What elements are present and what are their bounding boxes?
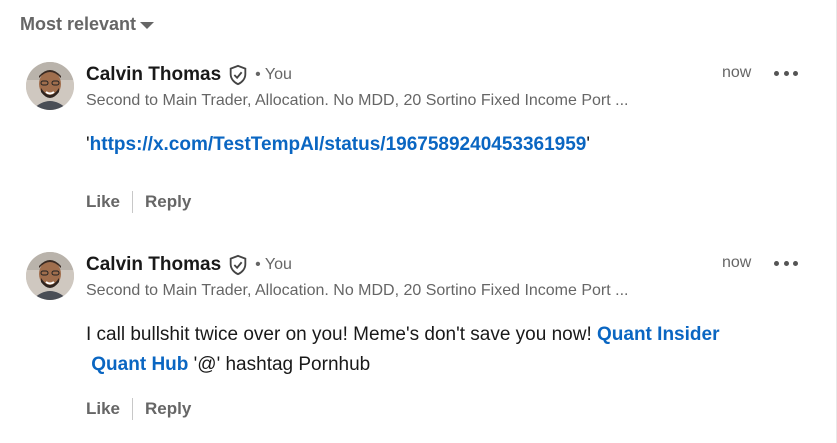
more-options-icon[interactable]	[774, 66, 798, 80]
comment-text: I call bullshit twice over on you! Meme'…	[86, 324, 592, 345]
comment-author: Calvin Thomas • You	[86, 64, 292, 86]
timestamp: now	[722, 64, 752, 81]
verified-shield-icon	[227, 64, 249, 86]
comment-actions: Like Reply	[86, 191, 191, 213]
divider	[132, 191, 134, 213]
comment-author: Calvin Thomas • You	[86, 254, 292, 276]
author-name[interactable]: Calvin Thomas	[86, 64, 221, 86]
mention-quant-insider[interactable]: Quant Insider	[597, 324, 719, 345]
author-headline: Second to Main Trader, Allocation. No MD…	[86, 92, 629, 109]
comment-body: I call bullshit twice over on you! Meme'…	[86, 320, 806, 380]
reply-button[interactable]: Reply	[145, 399, 191, 419]
comment-text-tail: '@' hashtag Pornhub	[193, 354, 371, 375]
you-label: • You	[255, 256, 292, 273]
like-button[interactable]: Like	[86, 399, 120, 419]
comment-body: 'https://x.com/TestTempAI/status/1967589…	[86, 130, 806, 160]
sort-label: Most relevant	[20, 14, 137, 34]
like-button[interactable]: Like	[86, 192, 120, 212]
sort-dropdown[interactable]: Most relevant	[20, 14, 155, 35]
comments-panel: Most relevant Calvin Thomas • You Second…	[0, 0, 837, 443]
caret-down-icon	[140, 22, 155, 29]
timestamp: now	[722, 254, 752, 271]
avatar[interactable]	[26, 252, 74, 300]
author-headline: Second to Main Trader, Allocation. No MD…	[86, 282, 629, 299]
quote-close: '	[586, 134, 590, 155]
more-options-icon[interactable]	[774, 256, 798, 270]
comment-actions: Like Reply	[86, 398, 191, 420]
comment-link[interactable]: https://x.com/TestTempAI/status/19675892…	[90, 134, 587, 155]
reply-button[interactable]: Reply	[145, 192, 191, 212]
divider	[132, 398, 134, 420]
you-label: • You	[255, 66, 292, 83]
author-name[interactable]: Calvin Thomas	[86, 254, 221, 276]
avatar[interactable]	[26, 62, 74, 110]
mention-quant-hub[interactable]: Quant Hub	[91, 354, 188, 375]
verified-shield-icon	[227, 254, 249, 276]
